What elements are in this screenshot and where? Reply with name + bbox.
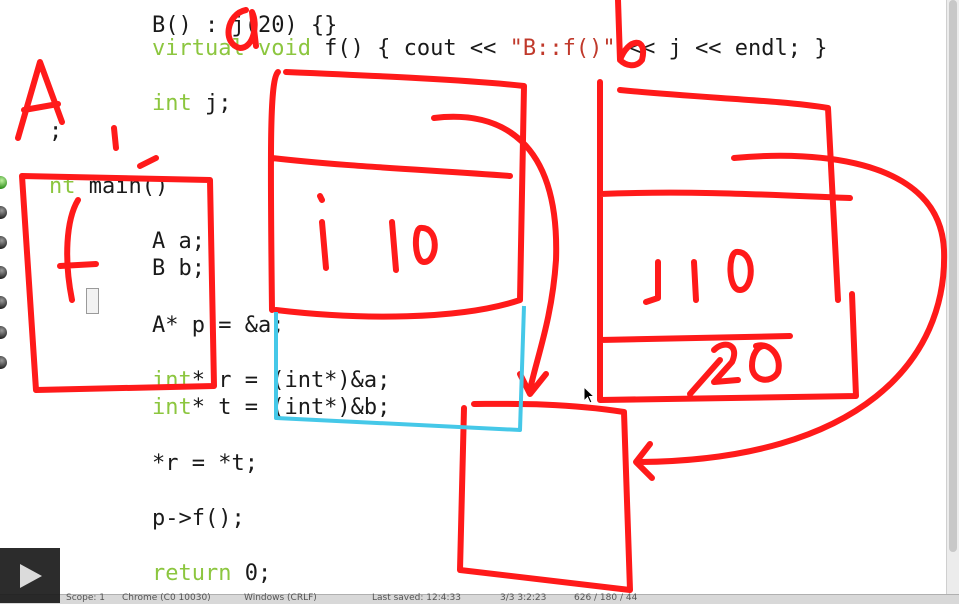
code-text: * t = (int*)&b; xyxy=(191,395,391,420)
status-item: Scope: 1 xyxy=(66,593,106,603)
status-item: 3/3 3:2:23 xyxy=(500,593,547,603)
code-editor[interactable]: B() : j(20) {} virtual void f() { cout <… xyxy=(0,0,946,596)
code-text: 0; xyxy=(231,561,272,586)
keyword-virtual: virtual xyxy=(151,36,258,61)
keyword-void: void xyxy=(257,36,311,61)
code-text: j; xyxy=(191,91,232,116)
video-play-button[interactable] xyxy=(0,548,60,603)
text-cursor xyxy=(86,288,99,314)
code-text: A* p = &a; xyxy=(151,313,285,338)
keyword-return: return xyxy=(151,561,232,586)
status-item: Last saved: 12:4:33 xyxy=(372,593,461,603)
code-text: f() { cout << xyxy=(310,36,510,61)
keyword-int: nt xyxy=(48,174,76,199)
code-line-return: return 0; xyxy=(99,535,271,596)
code-line-int-j: int j; xyxy=(99,65,232,143)
breakpoint-dot-icon[interactable] xyxy=(0,326,7,339)
code-text: << j << endl; } xyxy=(615,36,828,61)
code-text: *r = *t; xyxy=(151,451,258,476)
code-text: ; xyxy=(48,119,63,144)
mouse-pointer-icon xyxy=(583,386,596,404)
keyword-int: int xyxy=(151,395,192,420)
vertical-scrollbar[interactable] xyxy=(946,0,959,596)
scrollbar-thumb[interactable] xyxy=(949,0,957,552)
code-text: p->f(); xyxy=(151,506,245,531)
breakpoint-dot-icon[interactable] xyxy=(0,356,7,369)
breakpoint-dot-icon[interactable] xyxy=(0,296,7,309)
string-literal: "B::f()" xyxy=(509,36,616,61)
keyword-int: int xyxy=(151,91,192,116)
breakpoint-dot-icon[interactable] xyxy=(0,266,7,279)
status-item: Windows (CRLF) xyxy=(244,593,317,603)
play-icon xyxy=(20,564,42,588)
status-item: Chrome (C0 10030) xyxy=(122,593,211,603)
code-text: B b; xyxy=(151,256,205,281)
status-item: 626 / 180 / 44 xyxy=(574,593,638,603)
code-text: main() xyxy=(75,174,169,199)
breakpoint-dot-icon[interactable] xyxy=(0,236,7,249)
